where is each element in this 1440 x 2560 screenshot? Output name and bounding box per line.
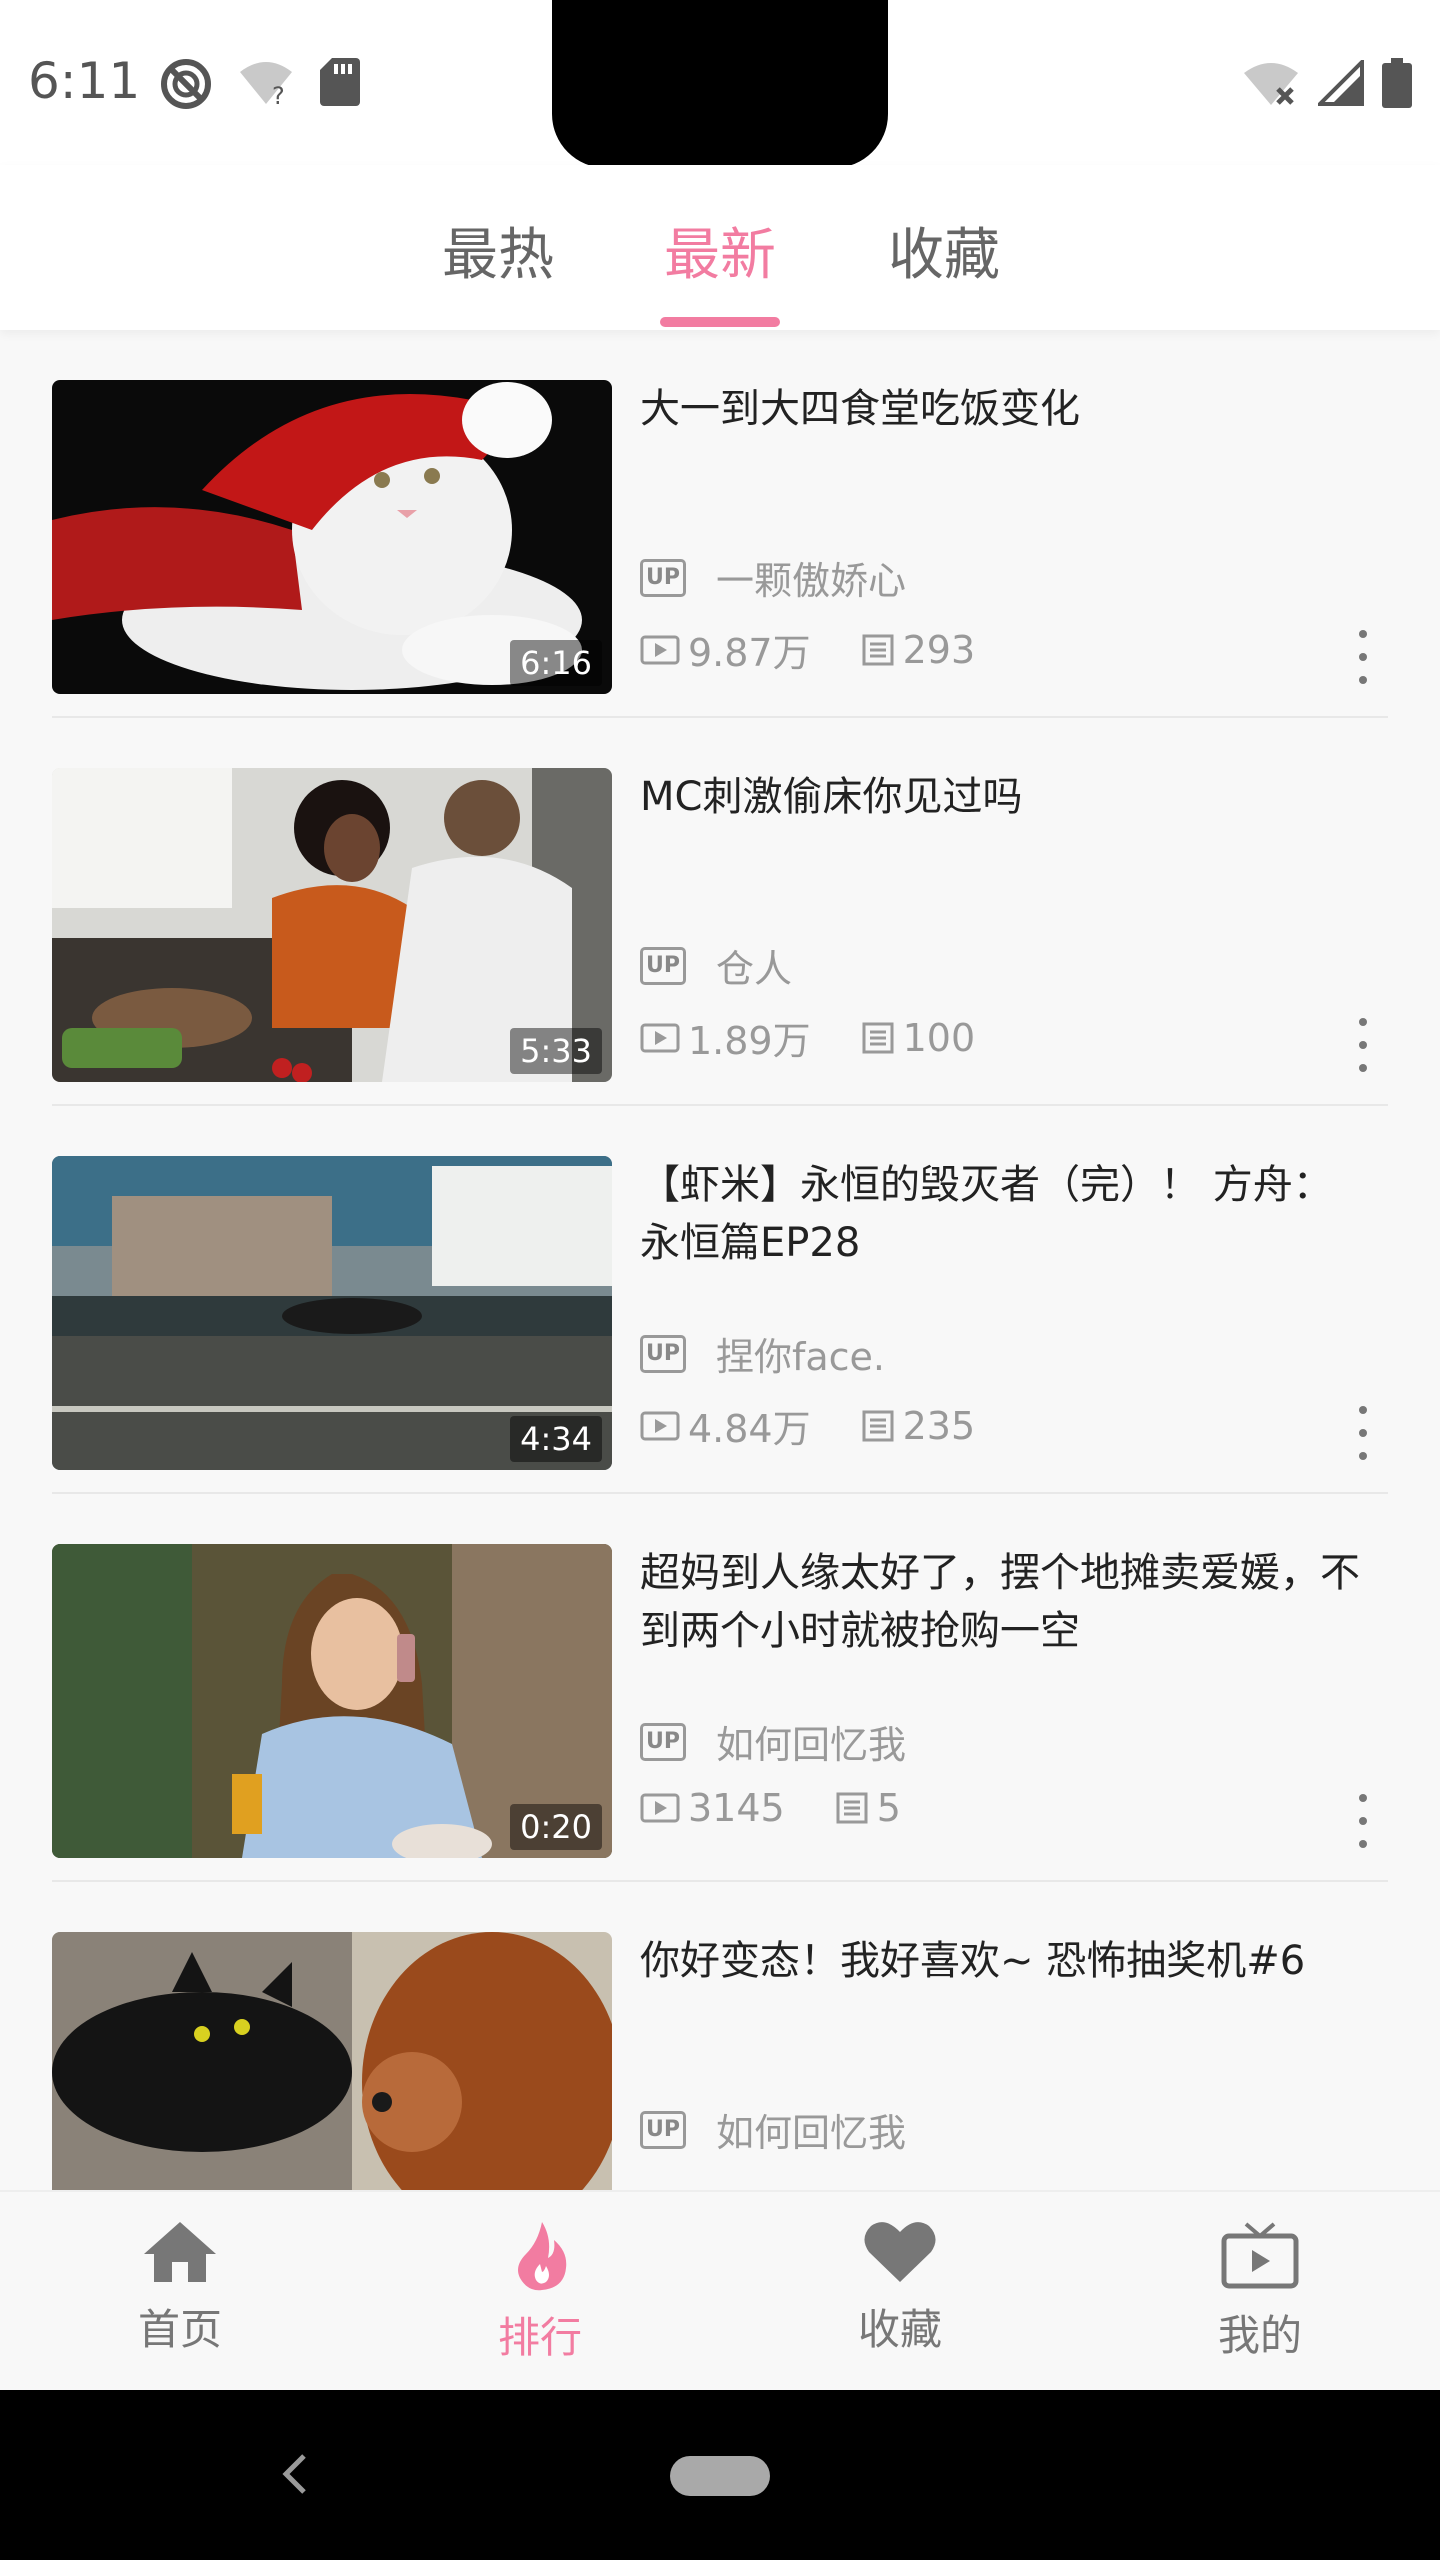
video-thumbnail[interactable]: 5:33 <box>52 768 612 1082</box>
view-count-value: 9.87万 <box>688 631 811 675</box>
wifi-off-icon <box>1242 59 1300 111</box>
nav-favorites[interactable]: 收藏 <box>800 2220 1000 2357</box>
video-title[interactable]: 你好变态！我好喜欢~ 恐怖抽奖机#6 <box>640 1932 1360 1990</box>
video-thumbnail[interactable] <box>52 1932 612 2190</box>
stats-row: 4.84万 235 <box>640 1398 1025 1453</box>
more-options-icon[interactable] <box>1348 630 1378 684</box>
uploader-row: UP 如何回忆我 <box>640 1714 906 1769</box>
tab-hot[interactable]: 最热 <box>442 210 554 291</box>
status-bar: 6:11 ? <box>0 0 1440 168</box>
view-count-value: 4.84万 <box>688 1407 811 1451</box>
list-item[interactable]: 6:16 大一到大四食堂吃饭变化 UP 一颗傲娇心 9.87万 293 <box>52 330 1388 718</box>
wifi-question-icon: ? <box>238 58 294 112</box>
tv-icon <box>1221 2222 1299 2289</box>
view-count: 3145 <box>640 1786 785 1830</box>
svg-text:?: ? <box>272 82 285 108</box>
video-duration: 5:33 <box>510 1028 602 1074</box>
up-badge-icon: UP <box>640 2110 686 2149</box>
camera-notch <box>552 0 888 168</box>
danmaku-icon <box>862 634 894 665</box>
bottom-navigation: 首页 排行 收藏 我的 <box>0 2190 1440 2392</box>
list-item[interactable]: 0:20 超妈到人缘太好了，摆个地摊卖爱媛，不到两个小时就被抢购一空 UP 如何… <box>52 1494 1388 1882</box>
back-icon[interactable] <box>280 2452 310 2500</box>
up-badge-icon: UP <box>640 946 686 985</box>
uploader-row: UP 一颗傲娇心 <box>640 550 906 605</box>
signal-icon <box>1315 57 1364 110</box>
more-options-icon[interactable] <box>1348 1406 1378 1460</box>
danmaku-count-value: 100 <box>902 1015 976 1060</box>
danmaku-count: 235 <box>861 1403 976 1448</box>
danmaku-icon <box>862 1022 894 1053</box>
danmaku-count-value: 235 <box>902 1403 976 1448</box>
danmaku-count-value: 293 <box>902 627 976 672</box>
tab-indicator <box>660 317 780 327</box>
view-count: 9.87万 <box>640 622 811 677</box>
nav-ranking[interactable]: 排行 <box>440 2220 640 2365</box>
up-badge-icon: UP <box>640 1334 686 1373</box>
video-duration: 0:20 <box>510 1804 602 1850</box>
view-count: 4.84万 <box>640 1398 811 1453</box>
danmaku-icon <box>862 1410 894 1441</box>
video-list[interactable]: 6:16 大一到大四食堂吃饭变化 UP 一颗傲娇心 9.87万 293 5:33… <box>0 330 1440 2190</box>
danmaku-count: 100 <box>861 1015 976 1060</box>
sd-card-icon <box>320 58 360 110</box>
list-item[interactable]: 4:34 【虾米】永恒的毁灭者（完）！ 方舟：永恒篇EP28 UP 捏你face… <box>52 1106 1388 1494</box>
uploader-name[interactable]: 如何回忆我 <box>716 1714 906 1769</box>
stats-row: 9.87万 293 <box>640 622 1025 677</box>
danmaku-count-value: 5 <box>876 1786 901 1830</box>
view-count: 1.89万 <box>640 1010 811 1065</box>
home-pill-button[interactable] <box>670 2456 770 2496</box>
nav-mine[interactable]: 我的 <box>1160 2220 1360 2363</box>
heart-icon <box>864 2222 936 2282</box>
stats-row: 3145 5 <box>640 1786 951 1830</box>
video-title[interactable]: MC刺激偷床你见过吗 <box>640 768 1360 826</box>
video-title[interactable]: 大一到大四食堂吃饭变化 <box>640 380 1360 438</box>
flame-icon <box>518 2222 567 2291</box>
nav-home[interactable]: 首页 <box>80 2220 280 2357</box>
view-count-value: 3145 <box>688 1786 785 1830</box>
list-item[interactable]: 你好变态！我好喜欢~ 恐怖抽奖机#6 UP 如何回忆我 <box>52 1882 1388 2190</box>
tab-favorites[interactable]: 收藏 <box>888 210 1000 291</box>
battery-icon <box>1382 58 1412 112</box>
more-options-icon[interactable] <box>1348 1794 1378 1848</box>
nav-home-label: 首页 <box>137 2305 222 2354</box>
up-badge-icon: UP <box>640 558 686 597</box>
video-thumbnail[interactable]: 6:16 <box>52 380 612 694</box>
uploader-name[interactable]: 捏你face. <box>716 1326 885 1381</box>
uploader-row: UP 如何回忆我 <box>640 2102 906 2157</box>
home-icon <box>144 2222 216 2282</box>
nav-ranking-label: 排行 <box>497 2313 582 2362</box>
danmaku-count: 5 <box>835 1786 901 1830</box>
uploader-name[interactable]: 一颗傲娇心 <box>716 550 906 605</box>
status-right-icons <box>1242 57 1412 112</box>
nav-favorites-label: 收藏 <box>857 2305 942 2354</box>
video-title[interactable]: 超妈到人缘太好了，摆个地摊卖爱媛，不到两个小时就被抢购一空 <box>640 1544 1360 1660</box>
video-title[interactable]: 【虾米】永恒的毁灭者（完）！ 方舟：永恒篇EP28 <box>640 1156 1360 1272</box>
danmaku-count: 293 <box>861 627 976 672</box>
up-badge-icon: UP <box>640 1722 686 1761</box>
nav-mine-label: 我的 <box>1217 2311 1302 2360</box>
play-count-icon <box>640 1793 680 1823</box>
play-count-icon <box>640 635 680 664</box>
stats-row: 1.89万 100 <box>640 1010 1025 1065</box>
play-count-icon <box>640 1023 680 1052</box>
top-tab-bar: 最热 最新 收藏 <box>0 165 1440 330</box>
tab-latest[interactable]: 最新 <box>664 210 776 291</box>
status-time: 6:11 <box>28 52 141 110</box>
uploader-name[interactable]: 如何回忆我 <box>716 2102 906 2157</box>
video-thumbnail[interactable]: 4:34 <box>52 1156 612 1470</box>
system-nav-bar <box>0 2390 1440 2560</box>
video-thumbnail[interactable]: 0:20 <box>52 1544 612 1858</box>
do-not-disturb-icon <box>160 58 212 114</box>
uploader-row: UP 仓人 <box>640 938 792 993</box>
video-duration: 4:34 <box>510 1416 602 1462</box>
play-count-icon <box>640 1411 680 1440</box>
video-duration: 6:16 <box>510 640 602 686</box>
more-options-icon[interactable] <box>1348 1018 1378 1072</box>
view-count-value: 1.89万 <box>688 1019 811 1063</box>
uploader-row: UP 捏你face. <box>640 1326 885 1381</box>
uploader-name[interactable]: 仓人 <box>716 938 792 993</box>
danmaku-icon <box>836 1792 868 1824</box>
list-item[interactable]: 5:33 MC刺激偷床你见过吗 UP 仓人 1.89万 100 <box>52 718 1388 1106</box>
